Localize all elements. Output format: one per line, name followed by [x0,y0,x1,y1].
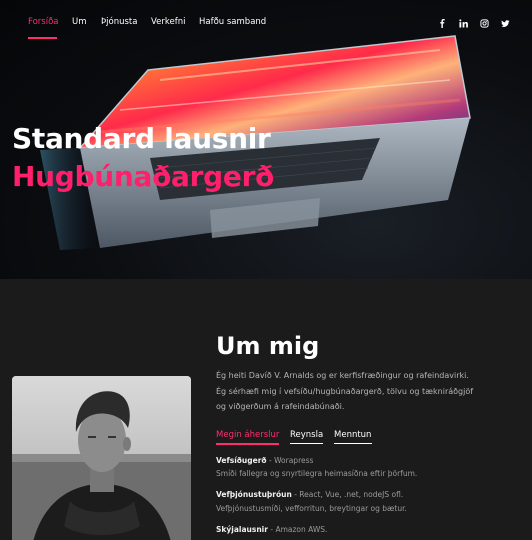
nav-item-forsida[interactable]: Forsíða [28,17,58,27]
skill-item-description: Smíði fallegra og snyrtilegra heimasíðna… [216,469,418,478]
skill-item-title: Skýjalausnir - Amazon AWS. [216,525,328,534]
active-tab-indicator [216,443,279,445]
tab-menntun[interactable]: Menntun [334,430,371,440]
profile-photo [12,376,191,540]
active-nav-indicator [28,37,57,39]
tab-reynsla[interactable]: Reynsla [290,430,323,440]
about-title: Um mig [216,332,320,360]
tab-megin-aherslur[interactable]: Megin áherslur [216,430,279,440]
skill-item-title: Vefþjónustuþróun - React, Vue, .net, nod… [216,490,404,499]
skill-item-title: Vefsíðugerð - Worapress [216,456,314,465]
linkedin-icon[interactable] [457,17,469,29]
hero-title: Standard lausnir [12,122,271,155]
tab-underline-menntun [334,443,372,444]
instagram-icon[interactable] [478,17,490,29]
nav-item-hafdu-samband[interactable]: Hafðu samband [199,17,266,27]
twitter-icon[interactable] [499,17,511,29]
about-description: Ég heiti Davíð V. Arnalds og er kerfisfr… [216,371,474,411]
nav-item-verkefni[interactable]: Verkefni [151,17,185,27]
top-navigation: Forsíða Um Þjónusta Verkefni Hafðu samba… [0,0,532,46]
hero-subtitle: Hugbúnaðargerð [12,160,275,193]
skill-item-description: Vefþjónustusmíði, vefforritun, breytinga… [216,504,407,513]
nav-item-um[interactable]: Um [72,17,87,27]
tab-underline-reynsla [290,443,323,444]
nav-item-thjonusta[interactable]: Þjónusta [101,17,137,27]
facebook-icon[interactable] [436,17,448,29]
